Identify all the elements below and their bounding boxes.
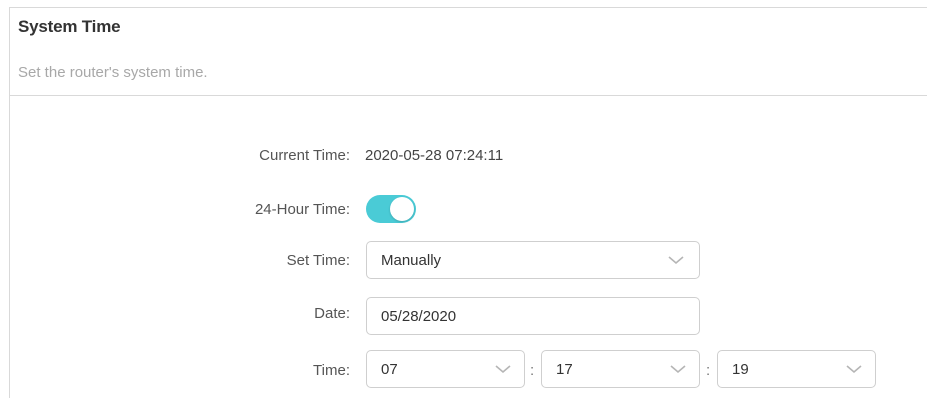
top-divider: [10, 7, 927, 8]
time-minute-value: 17: [556, 361, 573, 378]
time-hour-value: 07: [381, 361, 398, 378]
chevron-down-icon: [670, 365, 686, 374]
time-minute-select[interactable]: 17: [541, 350, 700, 388]
date-label: Date:: [314, 305, 350, 322]
left-divider: [9, 7, 10, 398]
time-second-select[interactable]: 19: [717, 350, 876, 388]
set-time-label: Set Time:: [286, 252, 350, 269]
section-divider: [10, 95, 927, 96]
section-description: Set the router's system time.: [18, 64, 208, 81]
set-time-selected-value: Manually: [381, 252, 442, 269]
chevron-down-icon: [495, 365, 511, 374]
time-hour-select[interactable]: 07: [366, 350, 525, 388]
time-second-value: 19: [732, 361, 749, 378]
hour24-toggle[interactable]: [366, 195, 416, 223]
section-title: System Time: [18, 17, 121, 36]
system-time-panel: System Time Set the router's system time…: [0, 0, 927, 398]
current-time-label: Current Time:: [259, 147, 350, 164]
hour24-label: 24-Hour Time:: [254, 201, 350, 218]
chevron-down-icon: [846, 365, 862, 374]
time-separator: :: [706, 362, 711, 379]
current-time-value: 2020-05-28 07:24:11: [365, 147, 504, 164]
date-input[interactable]: [366, 297, 700, 335]
time-label: Time:: [313, 362, 350, 379]
toggle-knob: [390, 197, 414, 221]
chevron-down-icon: [668, 256, 684, 265]
set-time-select[interactable]: Manually: [366, 241, 700, 279]
time-separator: :: [530, 362, 535, 379]
